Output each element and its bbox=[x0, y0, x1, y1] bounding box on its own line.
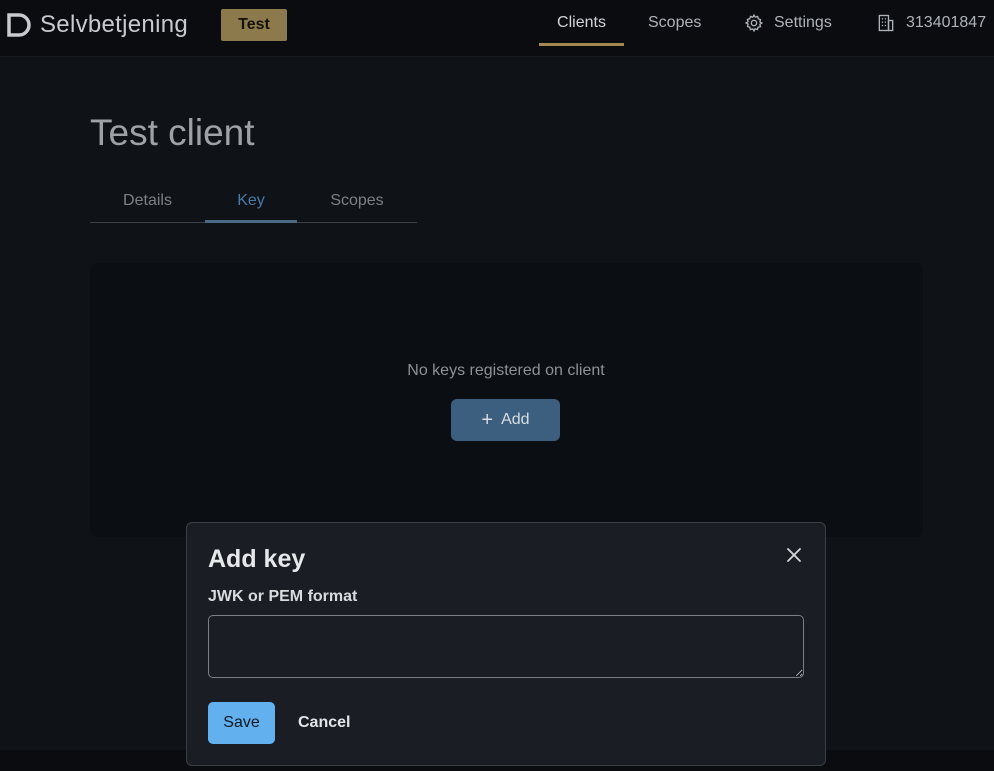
tab-details[interactable]: Details bbox=[90, 180, 205, 222]
modal-title: Add key bbox=[208, 545, 306, 573]
save-button[interactable]: Save bbox=[208, 702, 275, 744]
page-title: Test client bbox=[90, 112, 255, 153]
key-field-label: JWK or PEM format bbox=[208, 588, 358, 605]
add-key-modal: Add key JWK or PEM format Save Cancel bbox=[186, 522, 826, 766]
tab-key[interactable]: Key bbox=[205, 180, 297, 223]
logo-mark-icon bbox=[7, 13, 31, 37]
cancel-button[interactable]: Cancel bbox=[298, 702, 350, 744]
app-logo[interactable]: Selvbetjening bbox=[6, 11, 188, 39]
add-key-button[interactable]: + Add bbox=[451, 399, 560, 441]
top-bar: Selvbetjening Test Clients Scopes Settin… bbox=[0, 0, 994, 57]
nav-scopes[interactable]: Scopes bbox=[648, 0, 701, 46]
nav-clients-label: Clients bbox=[557, 14, 606, 31]
client-tabs: Details Key Scopes bbox=[90, 180, 417, 223]
nav-organization-label: 313401847 bbox=[906, 14, 987, 31]
tab-scopes[interactable]: Scopes bbox=[312, 180, 402, 222]
nav-organization[interactable]: 313401847 bbox=[876, 0, 986, 46]
nav-settings[interactable]: Settings bbox=[744, 0, 832, 46]
empty-state-message: No keys registered on client bbox=[407, 362, 605, 379]
add-key-button-label: Add bbox=[501, 411, 530, 428]
key-textarea[interactable] bbox=[208, 615, 804, 678]
nav-settings-label: Settings bbox=[774, 14, 832, 31]
nav-scopes-label: Scopes bbox=[648, 14, 702, 31]
plus-icon: + bbox=[481, 409, 494, 431]
environment-badge: Test bbox=[221, 9, 287, 41]
nav-clients[interactable]: Clients bbox=[539, 0, 624, 46]
close-icon[interactable] bbox=[784, 545, 804, 565]
app-name: Selvbetjening bbox=[40, 11, 189, 38]
building-icon bbox=[878, 14, 894, 32]
gear-icon bbox=[744, 13, 764, 33]
